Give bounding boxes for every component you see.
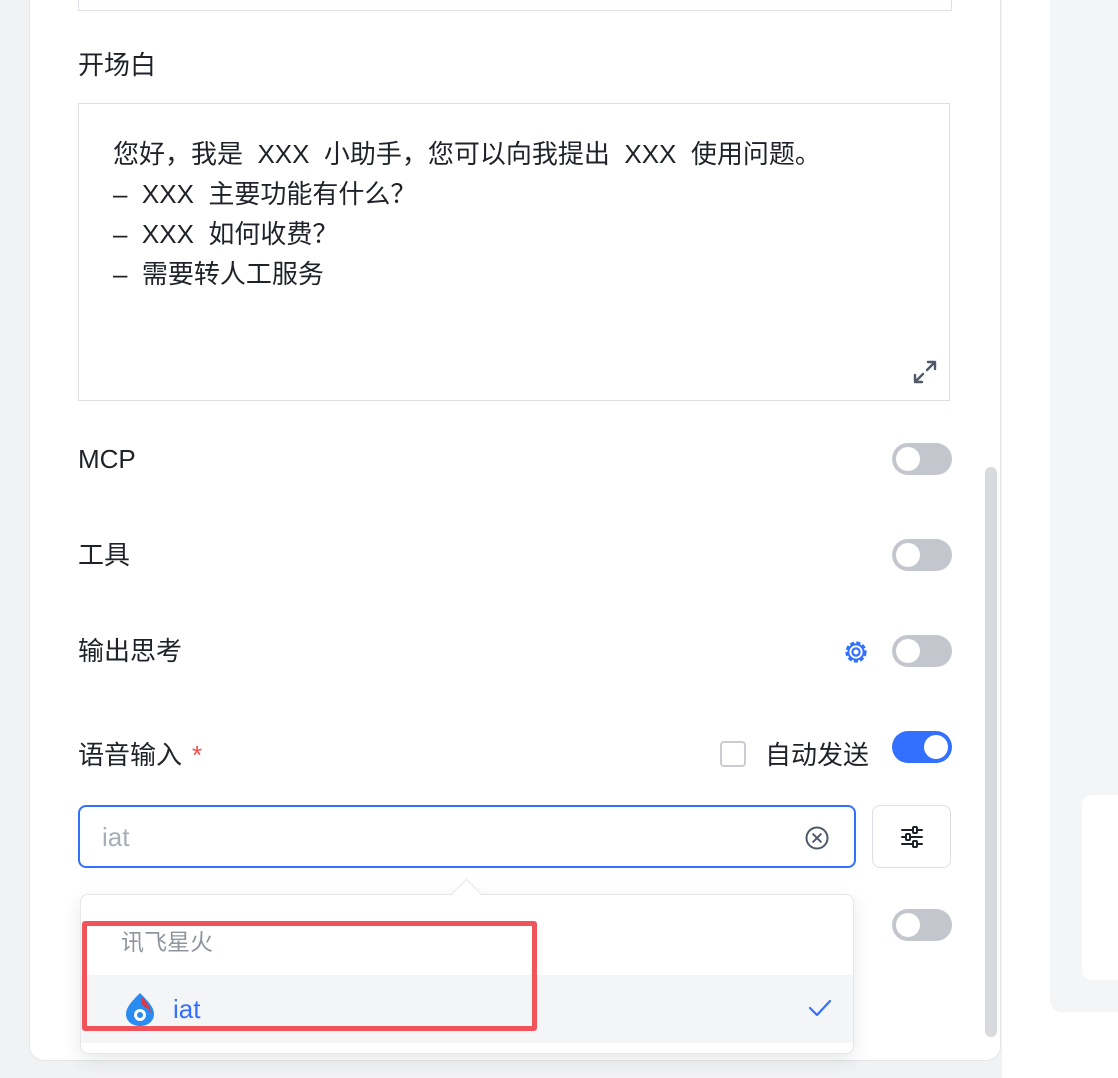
tools-toggle[interactable] xyxy=(892,539,952,571)
auto-send-label[interactable]: 自动发送 xyxy=(765,739,869,771)
toggle-knob xyxy=(896,543,920,567)
check-icon xyxy=(808,999,832,1017)
opening-line: – 需要转人工服务 xyxy=(113,259,324,289)
opening-line: – XXX 主要功能有什么？ xyxy=(113,179,417,209)
voice-input-label: 语音输入 * xyxy=(78,739,202,771)
opening-textarea[interactable]: 您好，我是 XXX 小助手，您可以向我提出 XXX 使用问题。 – XXX 主要… xyxy=(78,103,950,401)
opening-label: 开场白 xyxy=(78,50,157,80)
hidden-row-toggle[interactable] xyxy=(892,909,952,941)
reasoning-output-toggle[interactable] xyxy=(892,635,952,667)
expand-arrows-icon[interactable] xyxy=(911,358,939,386)
voice-input-label-text: 语音输入 xyxy=(78,740,183,770)
previous-field-box xyxy=(78,0,952,11)
voice-model-select[interactable] xyxy=(78,805,856,868)
required-mark: * xyxy=(192,740,203,770)
opening-text: 您好，我是 XXX 小助手，您可以向我提出 XXX 使用问题。 – XXX 主要… xyxy=(113,134,821,294)
scrollbar[interactable] xyxy=(985,467,997,1037)
mcp-label: MCP xyxy=(78,444,136,474)
preview-card xyxy=(1082,795,1118,980)
gear-icon[interactable] xyxy=(842,638,870,666)
toggle-knob xyxy=(896,639,920,663)
model-settings-button[interactable] xyxy=(872,805,951,868)
reasoning-output-label: 输出思考 xyxy=(78,636,183,666)
voice-model-input[interactable] xyxy=(102,817,782,857)
sliders-icon xyxy=(901,826,923,848)
clear-circle-icon[interactable] xyxy=(804,825,830,851)
opening-line: – XXX 如何收费？ xyxy=(113,219,339,249)
opening-line: 您好，我是 XXX 小助手，您可以向我提出 XXX 使用问题。 xyxy=(113,139,821,169)
tools-label: 工具 xyxy=(78,540,131,570)
toggle-knob xyxy=(896,913,920,937)
toggle-knob xyxy=(924,735,948,759)
mcp-toggle[interactable] xyxy=(892,443,952,475)
auto-send-checkbox[interactable] xyxy=(720,741,746,767)
toggle-knob xyxy=(896,447,920,471)
annotation-highlight-box xyxy=(82,921,537,1031)
voice-input-toggle[interactable] xyxy=(892,731,952,763)
